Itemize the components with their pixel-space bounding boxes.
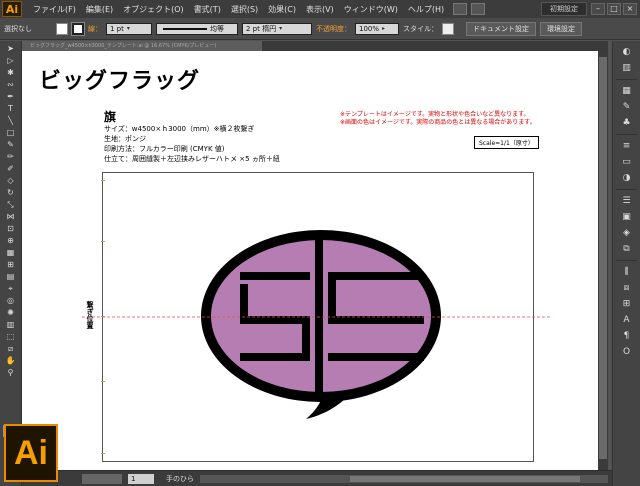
rectangle-tool-icon[interactable]: □ (4, 128, 18, 137)
selection-tool-icon[interactable]: ➤ (4, 44, 18, 53)
direct-selection-tool-icon[interactable]: ▷ (4, 56, 18, 65)
stroke-label[interactable]: 線： (88, 24, 102, 34)
tools-panel: ➤ ▷ ✱ ∾ ✒ T ╲ □ ✎ ✏ ✐ ◇ ↻ ⤡ ⋈ ⊡ ⊕ ▦ ⊞ ▤ … (0, 41, 22, 486)
color-panel-icon[interactable]: ◐ (620, 47, 634, 57)
scale-tool-icon[interactable]: ⤡ (4, 200, 18, 209)
artboard-number[interactable]: 1 (128, 473, 154, 484)
speech-bubble-logo[interactable] (201, 230, 441, 419)
stroke-width-dropdown[interactable]: 1 pt ▾ (106, 22, 152, 35)
paintbrush-tool-icon[interactable]: ✎ (4, 140, 18, 149)
menu-help[interactable]: ヘルプ(H) (403, 4, 449, 15)
artwork (82, 180, 552, 454)
style-swatch[interactable] (442, 22, 454, 35)
magic-wand-tool-icon[interactable]: ✱ (4, 68, 18, 77)
bridge-button[interactable] (453, 3, 468, 15)
swatches-panel-icon[interactable]: ▦ (620, 86, 634, 96)
hand-tool-icon[interactable]: ✋ (4, 356, 18, 365)
horizontal-scrollbar[interactable] (200, 474, 608, 483)
eyedropper-tool-icon[interactable]: ⌖ (4, 284, 18, 293)
symbols-panel-icon[interactable]: ♣ (620, 118, 634, 128)
current-tool-status[interactable]: 手のひら (166, 474, 194, 484)
opacity-label[interactable]: 不透明度： (316, 24, 351, 34)
align-panel-icon[interactable]: ⫼ (620, 267, 634, 277)
symbol-sprayer-tool-icon[interactable]: ✺ (4, 308, 18, 317)
menu-type[interactable]: 書式(T) (189, 4, 226, 15)
maximize-button[interactable]: □ (607, 3, 621, 15)
brush-dropdown[interactable]: 2 pt 楕円 ▾ (242, 22, 312, 35)
menu-window[interactable]: ウィンドウ(W) (339, 4, 403, 15)
menu-object[interactable]: オブジェクト(O) (118, 4, 189, 15)
illustrator-logo: Ai (4, 424, 58, 482)
fill-swatch[interactable] (56, 22, 68, 35)
close-button[interactable]: × (623, 3, 637, 15)
type-panel-icon[interactable]: A (620, 315, 634, 325)
brushes-panel-icon[interactable]: ✎ (620, 102, 634, 112)
scrollbar-thumb[interactable] (599, 57, 607, 459)
gradient-panel-icon[interactable]: ▭ (620, 157, 634, 167)
line-tool-icon[interactable]: ╲ (4, 116, 18, 125)
pencil-tool-icon[interactable]: ✏ (4, 152, 18, 161)
artboard-tool-icon[interactable]: ⬚ (4, 332, 18, 341)
transparency-panel-icon[interactable]: ◑ (620, 173, 634, 183)
perspective-grid-tool-icon[interactable]: ▦ (4, 248, 18, 257)
app-logo: Ai (2, 1, 22, 17)
pathfinder-panel-icon[interactable]: ⧈ (620, 283, 634, 293)
panel-dock: ◐ ▥ ▦ ✎ ♣ ≡ ▭ ◑ ☰ ▣ ◈ ⧉ ⫼ ⧈ ⊞ A ¶ O (612, 41, 640, 486)
type-tool-icon[interactable]: T (4, 104, 18, 113)
zoom-field[interactable] (82, 473, 122, 484)
eraser-tool-icon[interactable]: ◇ (4, 176, 18, 185)
transform-panel-icon[interactable]: ⊞ (620, 299, 634, 309)
blend-tool-icon[interactable]: ◎ (4, 296, 18, 305)
stroke-profile-dropdown[interactable]: 均等 (156, 22, 238, 35)
blob-brush-tool-icon[interactable]: ✐ (4, 164, 18, 173)
workspace-preset[interactable]: 初期設定 (541, 2, 587, 16)
canvas[interactable]: ビッグフラッグ 旗 サイズ：w4500×ｈ3000（mm）※横２枚繋ぎ 生地：ポ… (22, 51, 608, 470)
rotate-tool-icon[interactable]: ↻ (4, 188, 18, 197)
free-transform-tool-icon[interactable]: ⊡ (4, 224, 18, 233)
document-tab[interactable]: ビッグフラッグ_w4500×h3000_テンプレート.ai @ 16.67% (… (22, 41, 262, 51)
opacity-field[interactable]: 100% ▸ (355, 22, 399, 35)
chevron-right-icon: ▸ (382, 25, 386, 32)
menu-effect[interactable]: 効果(C) (263, 4, 301, 15)
gradient-tool-icon[interactable]: ▤ (4, 272, 18, 281)
status-bar: 1 手のひら (22, 470, 612, 486)
shape-builder-tool-icon[interactable]: ⊕ (4, 236, 18, 245)
preferences-button[interactable]: 環境設定 (540, 21, 582, 36)
stroke-preview (163, 27, 207, 30)
mesh-tool-icon[interactable]: ⊞ (4, 260, 18, 269)
opentype-panel-icon[interactable]: O (620, 347, 634, 357)
paragraph-panel-icon[interactable]: ¶ (620, 331, 634, 341)
graphic-styles-panel-icon[interactable]: ▣ (620, 212, 634, 222)
vertical-scrollbar[interactable] (598, 51, 608, 470)
menu-view[interactable]: 表示(V) (301, 4, 339, 15)
arrange-documents-button[interactable] (471, 3, 486, 15)
style-label: スタイル： (403, 24, 438, 33)
selection-status: 選択なし (4, 24, 32, 33)
menu-bar: Ai ファイル(F) 編集(E) オブジェクト(O) 書式(T) 選択(S) 効… (0, 0, 640, 18)
control-bar: 選択なし 線： 1 pt ▾ 均等 2 pt 楕円 ▾ 不透明度： 100% ▸ スタ… (0, 18, 640, 40)
minimize-button[interactable]: – (591, 3, 605, 15)
document-settings-button[interactable]: ドキュメント設定 (466, 21, 536, 36)
menu-file[interactable]: ファイル(F) (28, 4, 81, 15)
pen-tool-icon[interactable]: ✒ (4, 92, 18, 101)
artboards-panel-icon[interactable]: ⧉ (620, 244, 634, 254)
document-tab-bar: ビッグフラッグ_w4500×h3000_テンプレート.ai @ 16.67% (… (22, 41, 608, 51)
center-divider (315, 231, 323, 401)
stroke-swatch[interactable] (71, 21, 85, 36)
slice-tool-icon[interactable]: ⧄ (4, 344, 18, 353)
zoom-tool-icon[interactable]: ⚲ (4, 368, 18, 377)
chevron-down-icon: ▾ (126, 25, 130, 32)
graph-tool-icon[interactable]: ▥ (4, 320, 18, 329)
appearance-panel-icon[interactable]: ☰ (620, 196, 634, 206)
layers-panel-icon[interactable]: ◈ (620, 228, 634, 238)
menu-edit[interactable]: 編集(E) (81, 4, 118, 15)
scrollbar-thumb[interactable] (350, 475, 580, 482)
width-tool-icon[interactable]: ⋈ (4, 212, 18, 221)
menu-select[interactable]: 選択(S) (226, 4, 263, 15)
color-guide-icon[interactable]: ▥ (620, 63, 634, 73)
lasso-tool-icon[interactable]: ∾ (4, 80, 18, 89)
stroke-panel-icon[interactable]: ≡ (620, 141, 634, 151)
chevron-down-icon: ▾ (279, 25, 283, 32)
